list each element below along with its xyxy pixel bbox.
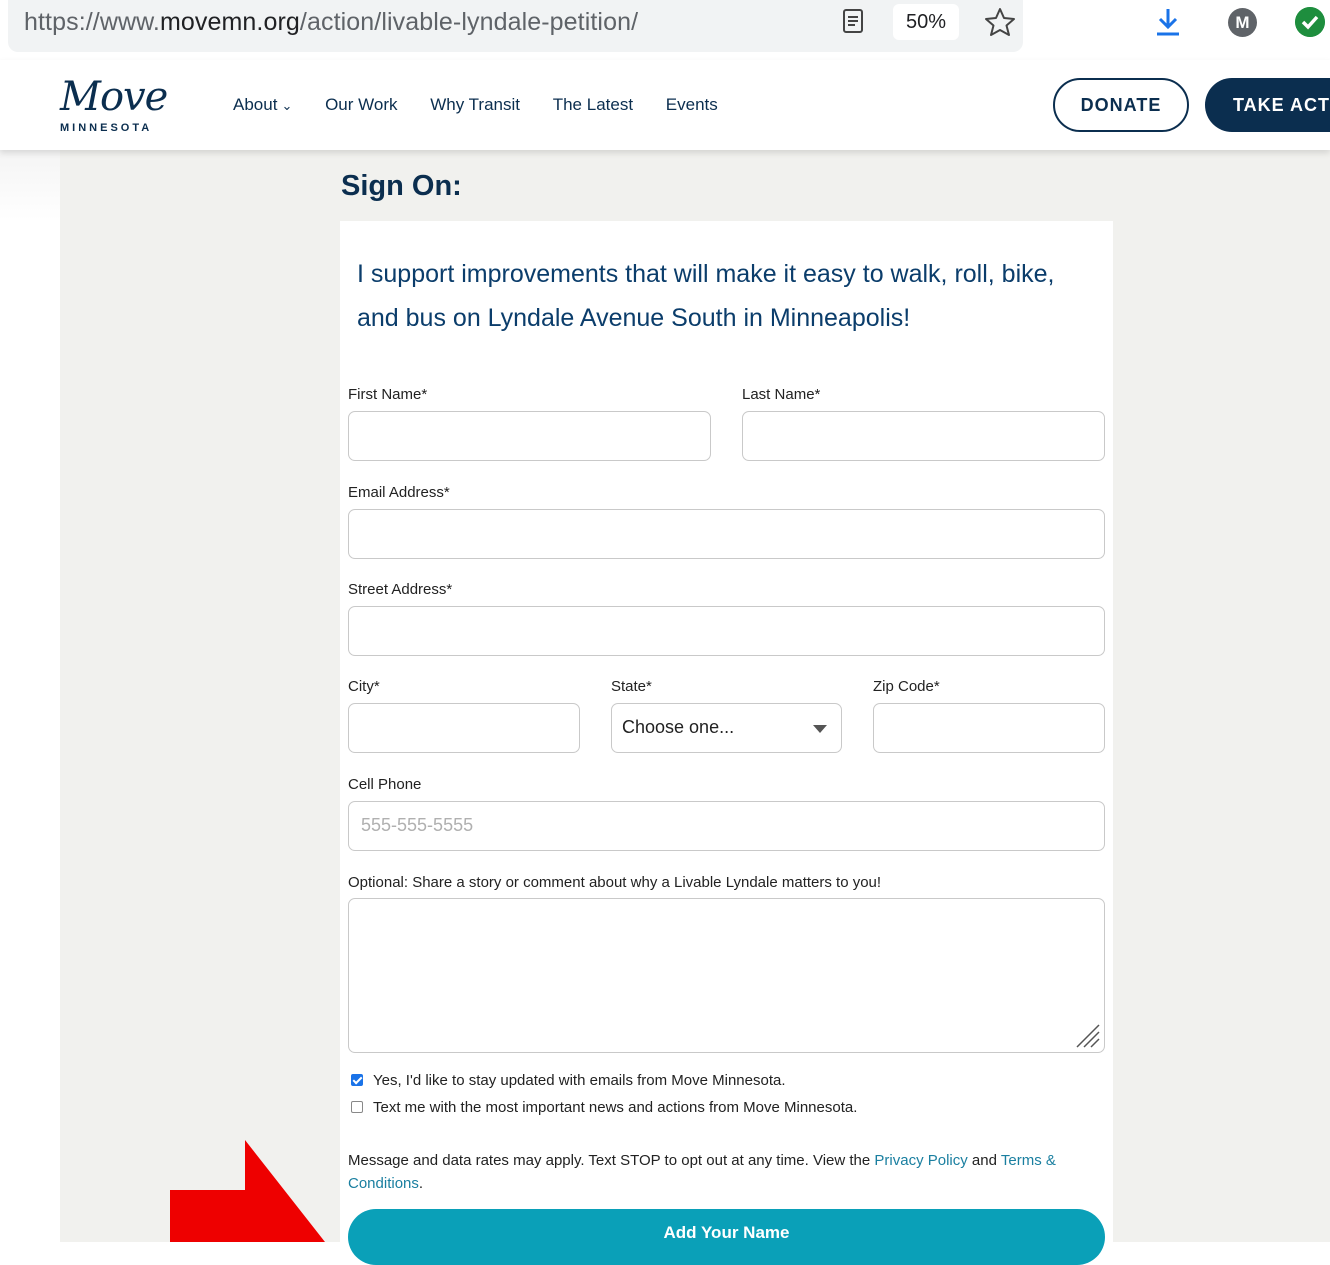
text-optin-label: Text me with the most important news and… [373, 1099, 858, 1116]
city-field[interactable] [348, 703, 580, 753]
take-action-button[interactable]: TAKE ACT [1205, 78, 1330, 132]
profile-avatar[interactable]: M [1228, 8, 1257, 37]
nav-item-why-transit[interactable]: Why Transit [430, 95, 520, 115]
red-arrow-annotation [170, 1140, 325, 1242]
text-optin-checkbox[interactable] [351, 1101, 363, 1113]
last-name-field[interactable] [742, 411, 1105, 461]
street-address-field[interactable] [348, 606, 1105, 656]
extension-check-icon[interactable] [1295, 7, 1325, 37]
main-nav: About ⌄ Our Work Why Transit The Latest E… [233, 95, 746, 115]
privacy-policy-link[interactable]: Privacy Policy [874, 1152, 967, 1169]
nav-item-events[interactable]: Events [666, 95, 718, 115]
text-optin-row[interactable]: Text me with the most important news and… [351, 1099, 857, 1116]
donate-button[interactable]: DONATE [1053, 78, 1189, 132]
address-bar[interactable]: https://www.movemn.org/action/livable-ly… [8, 0, 1023, 52]
first-name-label: First Name* [348, 386, 428, 403]
form-heading: Sign On: [341, 170, 462, 202]
state-select-value: Choose one... [622, 717, 735, 737]
nav-item-our-work[interactable]: Our Work [325, 95, 397, 115]
bookmark-star-icon[interactable] [983, 6, 1017, 38]
add-your-name-button[interactable]: Add Your Name [348, 1209, 1105, 1265]
zip-field[interactable] [873, 703, 1105, 753]
site-header: Move MINNESOTA About ⌄ Our Work Why Trans… [0, 60, 1330, 150]
nav-item-the-latest[interactable]: The Latest [553, 95, 633, 115]
email-label: Email Address* [348, 484, 450, 501]
url-text[interactable]: https://www.movemn.org/action/livable-ly… [24, 8, 638, 37]
pledge-statement: I support improvements that will make it… [357, 260, 1055, 332]
chevron-down-icon: ⌄ [281, 98, 293, 113]
comment-label: Optional: Share a story or comment about… [348, 874, 882, 891]
sms-disclaimer: Message and data rates may apply. Text S… [348, 1152, 1056, 1192]
first-name-field[interactable] [348, 411, 711, 461]
resize-handle-icon[interactable] [1073, 1021, 1101, 1049]
reader-mode-icon[interactable] [842, 8, 864, 34]
email-field[interactable] [348, 509, 1105, 559]
cell-phone-label: Cell Phone [348, 776, 422, 793]
download-icon[interactable] [1153, 6, 1183, 38]
zip-label: Zip Code* [873, 678, 940, 695]
cell-phone-placeholder: 555-555-5555 [361, 815, 474, 835]
last-name-label: Last Name* [742, 386, 821, 403]
state-select[interactable]: Choose one... [611, 703, 842, 753]
email-optin-label: Yes, I'd like to stay updated with email… [373, 1072, 786, 1089]
cell-phone-field[interactable]: 555-555-5555 [348, 801, 1105, 851]
email-optin-checkbox[interactable] [351, 1074, 363, 1086]
left-gutter [0, 150, 60, 220]
site-logo-subtitle: MINNESOTA [60, 122, 153, 134]
state-label: State* [611, 678, 652, 695]
site-logo[interactable]: Move [60, 74, 168, 120]
comment-textarea[interactable] [348, 898, 1105, 1053]
email-optin-row[interactable]: Yes, I'd like to stay updated with email… [351, 1072, 786, 1089]
city-label: City* [348, 678, 380, 695]
dropdown-caret-icon [813, 725, 827, 733]
street-address-label: Street Address* [348, 581, 453, 598]
browser-toolbar: https://www.movemn.org/action/livable-ly… [0, 0, 1330, 60]
zoom-indicator[interactable]: 50% [893, 4, 959, 40]
nav-item-about[interactable]: About ⌄ [233, 95, 292, 115]
